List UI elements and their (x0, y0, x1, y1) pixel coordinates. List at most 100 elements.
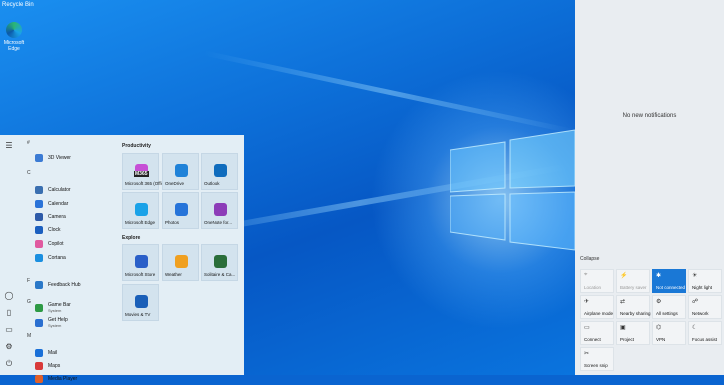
quick-action-airplane-mode[interactable]: ✈ Airplane mode (580, 295, 614, 319)
app-name: Mail (48, 350, 58, 356)
collapse-link[interactable]: Collapse (580, 256, 599, 262)
app-icon (35, 375, 43, 383)
app-list-item[interactable]: Clock (35, 224, 61, 236)
app-list-item[interactable]: Camera (35, 211, 66, 223)
letter-header[interactable]: C (27, 170, 31, 176)
start-tile[interactable]: Movies & TV (122, 284, 159, 321)
app-list-item[interactable]: Game Bar System (35, 302, 71, 314)
tile-icon (135, 295, 148, 308)
start-tile[interactable]: Weather (162, 244, 199, 281)
letter-header[interactable]: F (27, 278, 30, 284)
quick-action-label: Network (692, 311, 709, 316)
app-icon (35, 304, 43, 312)
edge-icon (6, 22, 22, 38)
tile-label: Solitaire & Ca... (204, 272, 236, 277)
start-menu: ☰ ◯ ▯ ▭ ⚙ ⏻ # C F G M 3D Viewer Calculator Cale… (0, 135, 244, 383)
quick-action-label: Not connected (656, 285, 686, 290)
start-tile[interactable]: Solitaire & Ca... (201, 244, 238, 281)
app-icon (35, 319, 43, 327)
tile-label: Photos (165, 220, 180, 225)
app-icon (35, 154, 43, 162)
app-list-item[interactable]: Maps (35, 360, 60, 372)
quick-action-location[interactable]: ⌖ Location (580, 269, 614, 293)
app-list-item[interactable]: 3D Viewer (35, 152, 71, 164)
app-name: Copilot (48, 241, 64, 247)
quick-action-label: All settings (656, 311, 678, 316)
start-tile[interactable]: OneNote for... (201, 192, 238, 229)
no-notifications-text: No new notifications (622, 113, 677, 119)
start-tile[interactable]: M365 Microsoft 365 (Office) (122, 153, 168, 190)
quick-action-not-connected[interactable]: ✱ Not connected (652, 269, 686, 293)
quick-action-label: Battery saver (620, 285, 647, 290)
quick-action-nearby-sharing[interactable]: ⇄ Nearby sharing (616, 295, 651, 319)
quick-action-all-settings[interactable]: ⚙ All settings (652, 295, 686, 319)
pictures-icon[interactable]: ▭ (4, 325, 14, 335)
desktop-icon-label: Edge (8, 46, 20, 52)
quick-action-icon: ⌖ (584, 272, 588, 278)
app-list-item[interactable]: Get Help System (35, 317, 68, 329)
group-header-productivity: Productivity (122, 143, 151, 149)
tile-icon (135, 203, 148, 216)
quick-action-icon: ☾ (692, 325, 698, 331)
start-tile[interactable]: OneDrive (162, 153, 199, 190)
quick-action-battery-saver[interactable]: ⚡ Battery saver (616, 269, 650, 293)
app-name: Camera (48, 214, 66, 220)
letter-header[interactable]: M (27, 333, 31, 339)
app-list-item[interactable]: Calculator (35, 184, 71, 196)
documents-icon[interactable]: ▯ (4, 308, 14, 318)
tile-label: OneDrive (165, 181, 185, 186)
quick-action-label: Nearby sharing (620, 311, 651, 316)
letter-header[interactable]: G (27, 299, 31, 305)
start-tile[interactable]: Photos (162, 192, 199, 229)
quick-action-focus-assist[interactable]: ☾ Focus assist (688, 321, 722, 345)
tile-icon (214, 164, 227, 177)
start-tile[interactable]: Microsoft Store (122, 244, 159, 281)
recycle-bin-label[interactable]: Recycle Bin (2, 2, 34, 8)
quick-action-label: Airplane mode (584, 311, 614, 316)
quick-action-network[interactable]: ☍ Network (688, 295, 722, 319)
group-header-explore: Explore (122, 235, 141, 241)
tile-icon (175, 203, 188, 216)
app-icon (35, 349, 43, 357)
quick-action-icon: ▭ (584, 325, 590, 331)
quick-action-project[interactable]: ▣ Project (616, 321, 650, 345)
app-label-group: Game Bar System (48, 303, 71, 314)
app-list-item[interactable]: Mail (35, 347, 57, 359)
quick-action-label: Project (620, 337, 635, 342)
quick-action-night-light[interactable]: ☀ Night light (688, 269, 722, 293)
quick-action-icon: ⌬ (656, 325, 662, 331)
app-name: Calculator (48, 187, 71, 193)
power-icon[interactable]: ⏻ (4, 359, 14, 369)
start-tile[interactable]: Outlook (201, 153, 238, 190)
hamburger-icon[interactable]: ☰ (4, 141, 14, 151)
quick-action-label: Focus assist (692, 337, 718, 342)
tile-label: Weather (165, 272, 182, 277)
quick-action-screen-snip[interactable]: ✂ Screen snip (580, 347, 614, 371)
app-icon (35, 240, 43, 248)
app-name: Cortana (48, 255, 66, 261)
start-rail: ☰ ◯ ▯ ▭ ⚙ ⏻ (0, 135, 18, 375)
app-list-item[interactable]: Cortana (35, 252, 66, 264)
app-list-item[interactable]: Copilot (35, 238, 64, 250)
desktop-icon-edge[interactable]: Microsoft Edge (2, 22, 26, 52)
app-list-item[interactable]: Calendar (35, 198, 68, 210)
quick-action-vpn[interactable]: ⌬ VPN (652, 321, 686, 345)
user-icon[interactable]: ◯ (4, 291, 14, 301)
app-icon (35, 200, 43, 208)
app-name: Calendar (48, 201, 69, 207)
app-list-item[interactable]: Feedback Hub (35, 279, 81, 291)
quick-action-icon: ⇄ (620, 299, 626, 305)
settings-icon[interactable]: ⚙ (4, 342, 14, 352)
quick-action-icon: ☍ (692, 299, 699, 305)
quick-action-icon: ☀ (692, 273, 698, 279)
quick-action-icon: ⚙ (656, 299, 662, 305)
tile-icon (175, 164, 188, 177)
tile-icon (214, 203, 227, 216)
quick-action-label: Location (584, 285, 602, 290)
quick-action-connect[interactable]: ▭ Connect (580, 321, 614, 345)
app-icon (35, 362, 43, 370)
start-tile[interactable]: Microsoft Edge (122, 192, 159, 229)
app-label-group: Get Help System (48, 318, 68, 329)
letter-header[interactable]: # (27, 140, 30, 146)
tile-icon (135, 255, 148, 268)
